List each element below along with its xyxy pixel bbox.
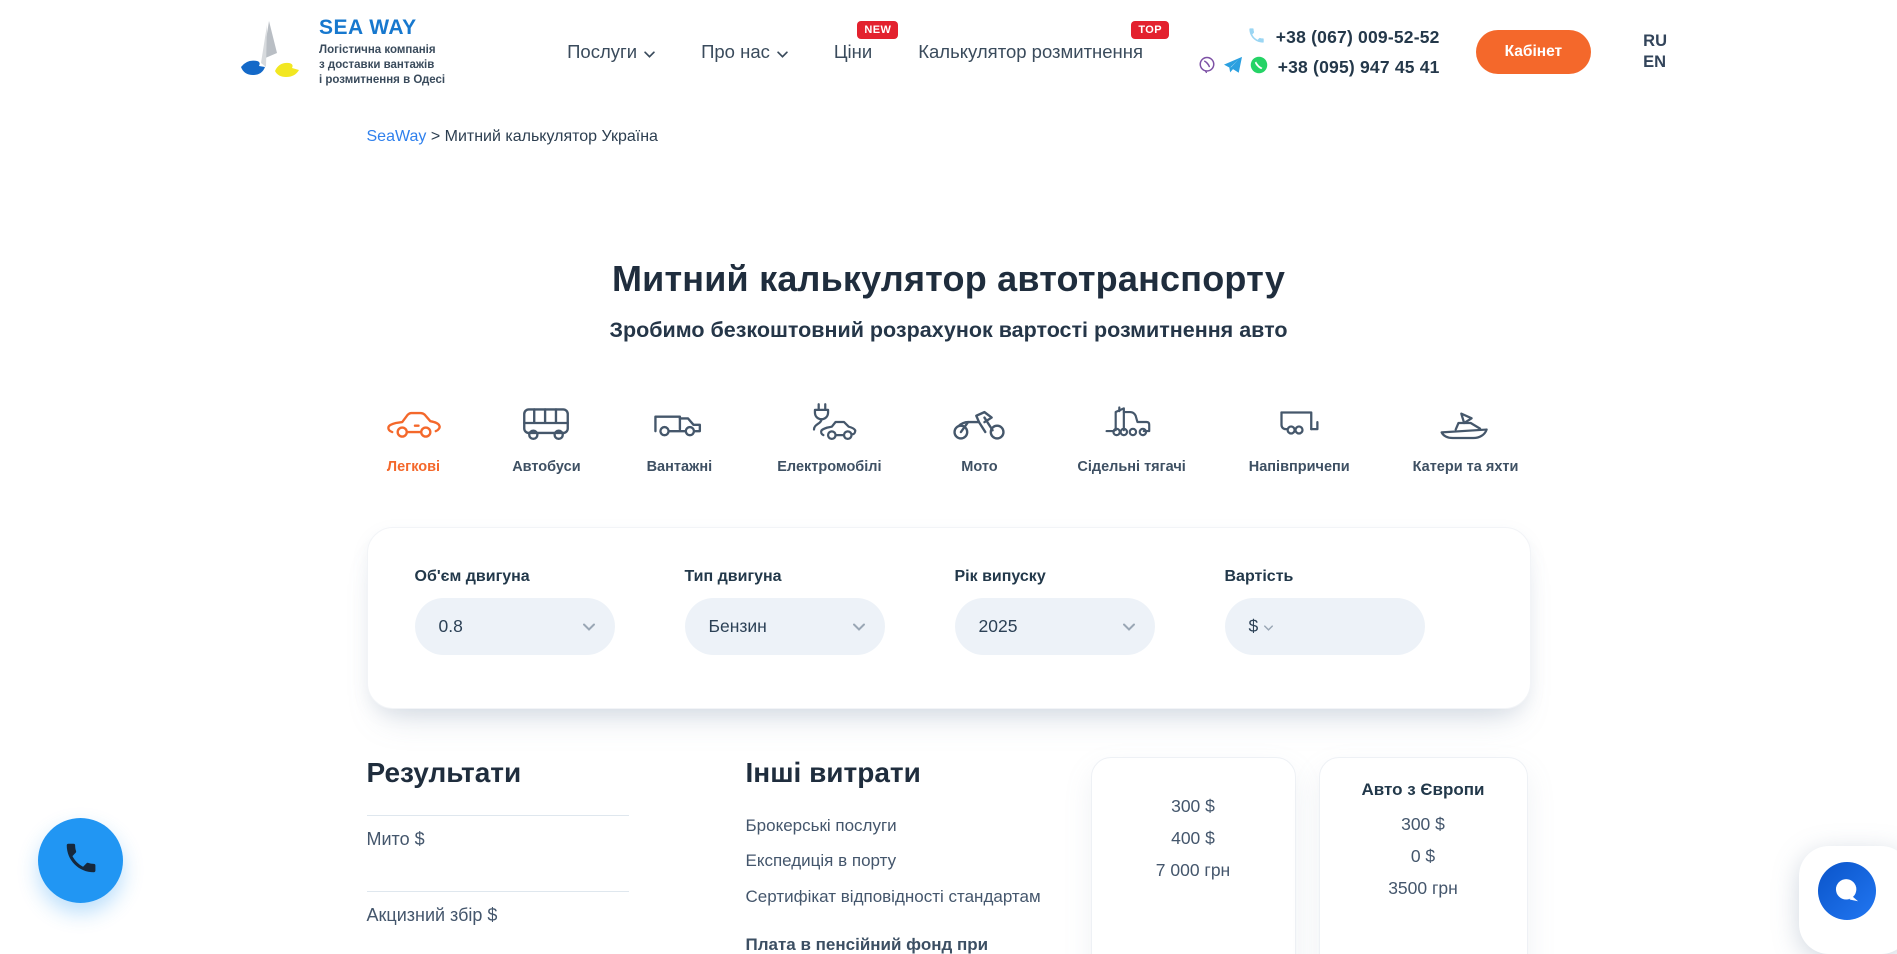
whatsapp-icon[interactable]: [1250, 56, 1268, 79]
expenses-price-card: 300 $ 400 $ 7 000 грн: [1091, 757, 1296, 954]
seaway-logo-icon: [233, 19, 305, 86]
tab-buses[interactable]: Автобуси: [511, 403, 581, 475]
other-expenses-column: Інші витрати Брокерські послуги Експедиц…: [746, 757, 1086, 954]
year-field: Рік випуску 2025: [955, 568, 1155, 708]
expense-item: Експедиція в порту: [746, 848, 1086, 874]
call-fab-button[interactable]: [38, 818, 123, 903]
lang-ru[interactable]: RU: [1643, 32, 1667, 51]
price-value: 300 $: [1320, 814, 1527, 835]
breadcrumb-current: Митний калькулятор Україна: [445, 128, 658, 145]
pension-fund-note: Плата в пенсійний фонд при реєстрації МР…: [746, 932, 1036, 954]
motorcycle-icon: [950, 403, 1008, 443]
tab-semi-trailers[interactable]: Напівпричепи: [1249, 403, 1350, 475]
nav-services[interactable]: Послуги: [567, 41, 655, 63]
lang-en[interactable]: EN: [1643, 53, 1667, 72]
electric-car-icon: [799, 401, 859, 443]
engine-volume-label: Об'єм двигуна: [415, 568, 615, 586]
result-row-duty: Мито $: [367, 815, 629, 891]
page-title: Митний калькулятор автотранспорту: [367, 258, 1531, 300]
results-title: Результати: [367, 757, 629, 789]
nav-about[interactable]: Про нас: [701, 41, 788, 63]
logo[interactable]: SEA WAY Логістична компанія з доставки в…: [233, 16, 445, 88]
nav-customs-calculator[interactable]: Калькулятор розмитнення TOP: [918, 41, 1143, 63]
chevron-down-icon: [644, 41, 655, 63]
calculator-form: Об'єм двигуна 0.8 Тип двигуна Бензин Рік…: [367, 527, 1531, 709]
tab-cars[interactable]: Легкові: [379, 403, 449, 475]
yacht-icon: [1436, 403, 1496, 443]
breadcrumb: SeaWay > Митний калькулятор Україна: [367, 128, 1531, 146]
phone-number-2[interactable]: +38 (095) 947 45 41: [1278, 57, 1440, 78]
engine-type-select[interactable]: Бензин: [685, 598, 885, 655]
breadcrumb-home-link[interactable]: SeaWay: [367, 128, 427, 145]
price-label: Вартість: [1225, 568, 1425, 586]
engine-volume-select[interactable]: 0.8: [415, 598, 615, 655]
chevron-down-icon: [777, 41, 788, 63]
engine-volume-field: Об'єм двигуна 0.8: [415, 568, 615, 708]
expense-item: Сертифікат відповідності стандартам: [746, 884, 1086, 910]
header-contacts: +38 (067) 009-52-52 +38 (095) 947 45 41: [1198, 26, 1440, 79]
year-select[interactable]: 2025: [955, 598, 1155, 655]
chevron-down-icon: [1264, 618, 1273, 636]
result-row-excise: Акцизний збір $: [367, 891, 629, 954]
engine-type-field: Тип двигуна Бензин: [685, 568, 885, 708]
telegram-icon[interactable]: [1223, 56, 1243, 79]
tab-moto[interactable]: Мото: [944, 403, 1014, 475]
price-input[interactable]: $: [1225, 598, 1425, 655]
main-nav: Послуги Про нас Ціни NEW Калькулятор роз…: [567, 41, 1143, 63]
other-expenses-title: Інші витрати: [746, 757, 1086, 789]
bus-icon: [517, 403, 575, 443]
language-switcher: RU EN: [1643, 32, 1667, 72]
card-title: Авто з Європи: [1320, 780, 1527, 800]
top-badge: TOP: [1131, 21, 1169, 39]
car-icon: [385, 403, 443, 443]
brand-tagline: Логістична компанія з доставки вантажів …: [319, 43, 445, 88]
results-column: Результати Мито $ Акцизний збір $: [367, 757, 629, 954]
trailer-icon: [1271, 403, 1327, 443]
results-section: Результати Мито $ Акцизний збір $ Інші в…: [367, 757, 1531, 954]
nav-prices[interactable]: Ціни NEW: [834, 41, 872, 63]
phone-icon: [62, 839, 100, 882]
tab-boats-yachts[interactable]: Катери та яхти: [1413, 403, 1519, 475]
currency-select[interactable]: $: [1249, 616, 1259, 637]
chevron-down-icon: [583, 618, 595, 636]
engine-type-label: Тип двигуна: [685, 568, 885, 586]
vehicle-type-tabs: Легкові Автобуси Вантажні: [367, 401, 1531, 475]
viber-icon[interactable]: [1198, 56, 1216, 79]
year-label: Рік випуску: [955, 568, 1155, 586]
tab-semi-trucks[interactable]: Сідельні тягачі: [1077, 401, 1185, 475]
semi-truck-icon: [1103, 401, 1161, 443]
truck-icon: [650, 403, 708, 443]
chat-icon: [1818, 862, 1876, 920]
brand-name: SEA WAY: [319, 16, 445, 40]
price-value: 3500 грн: [1320, 878, 1527, 899]
tab-trucks[interactable]: Вантажні: [644, 403, 714, 475]
header: SEA WAY Логістична компанія з доставки в…: [0, 0, 1897, 104]
price-value: 400 $: [1092, 828, 1295, 849]
price-value: 300 $: [1092, 796, 1295, 817]
price-value: 0 $: [1320, 846, 1527, 867]
tab-electric-cars[interactable]: Електромобілі: [777, 401, 881, 475]
chevron-down-icon: [853, 618, 865, 636]
price-field: Вартість $: [1225, 568, 1425, 708]
cabinet-button[interactable]: Кабінет: [1476, 30, 1592, 74]
auto-from-europe-card: Авто з Європи 300 $ 0 $ 3500 грн: [1319, 757, 1528, 954]
phone-icon: [1247, 26, 1266, 50]
chevron-down-icon: [1123, 618, 1135, 636]
price-value: 7 000 грн: [1092, 860, 1295, 881]
new-badge: NEW: [857, 21, 898, 39]
phone-number-1[interactable]: +38 (067) 009-52-52: [1276, 27, 1440, 48]
expense-item: Брокерські послуги: [746, 813, 1086, 839]
page-subtitle: Зробимо безкоштовний розрахунок вартості…: [367, 318, 1531, 343]
